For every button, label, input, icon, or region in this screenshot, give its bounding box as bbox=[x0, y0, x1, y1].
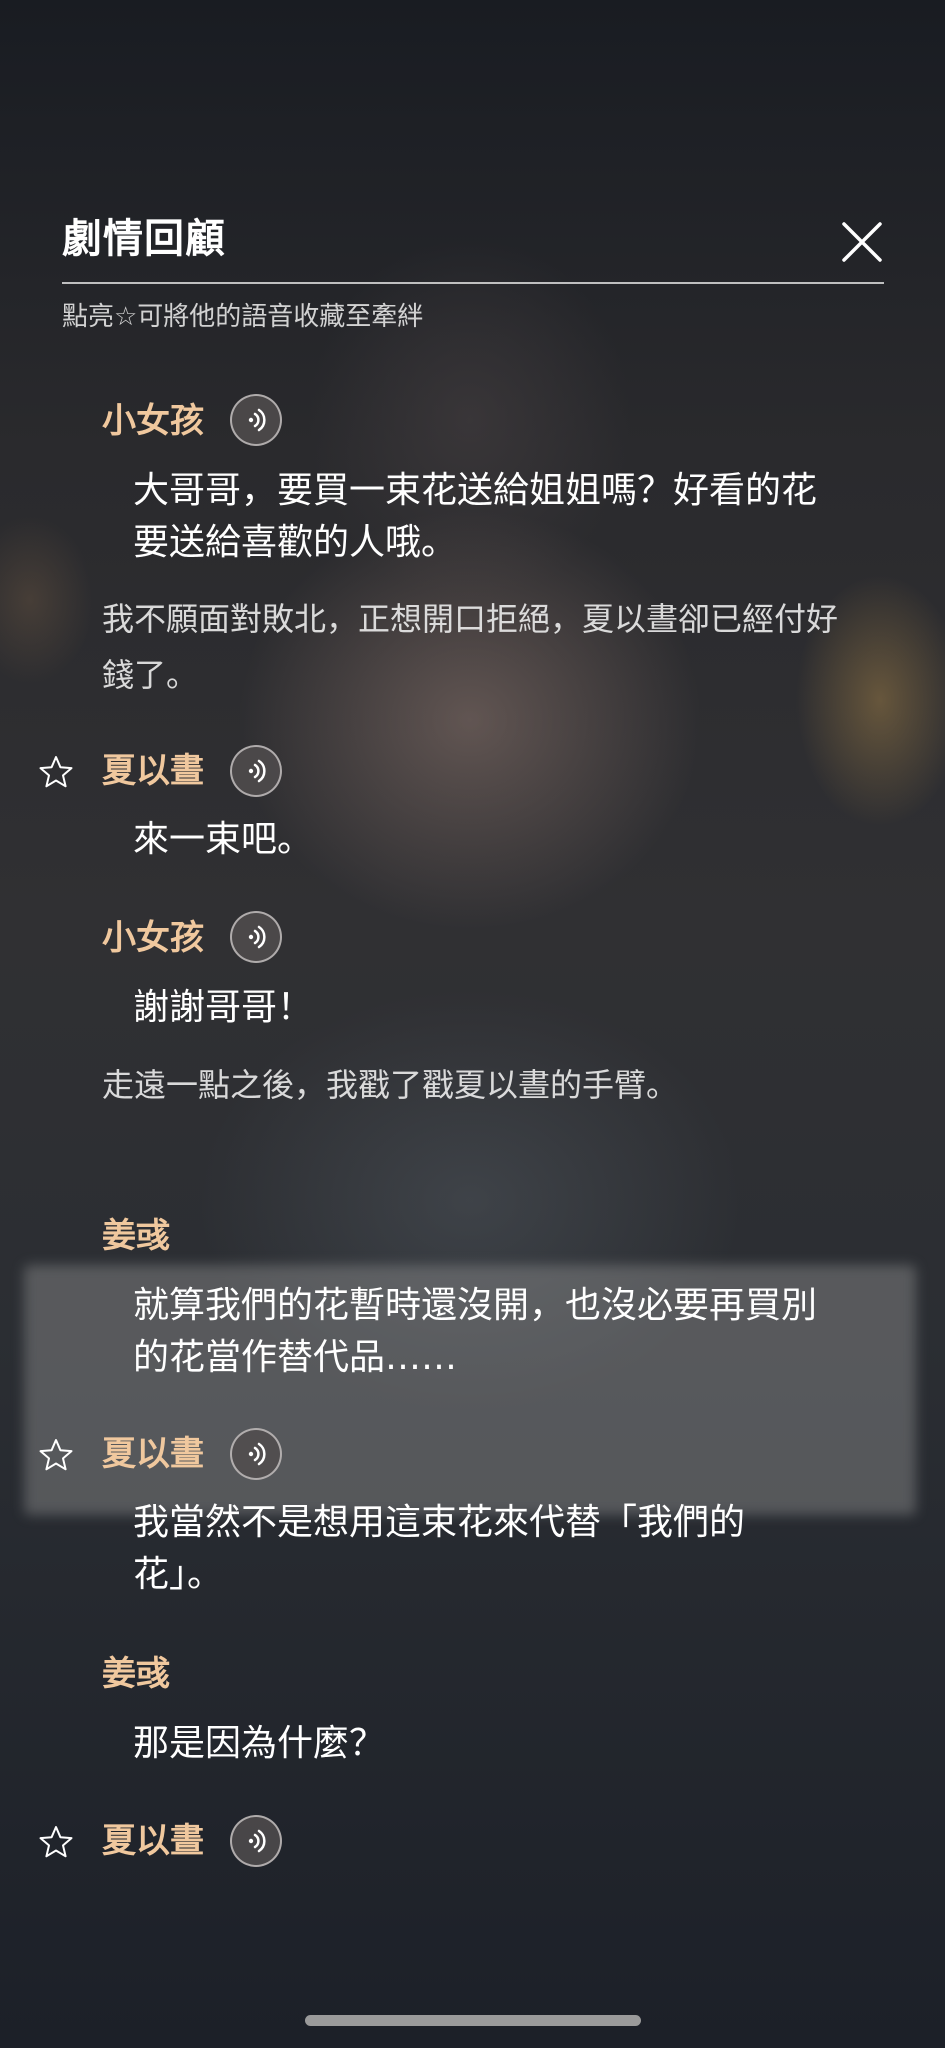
voice-play-button[interactable] bbox=[230, 745, 282, 797]
star-outline-icon bbox=[39, 756, 73, 788]
close-icon bbox=[842, 222, 882, 262]
dialogue-line: 那是因為什麼？ bbox=[133, 1723, 386, 1764]
voice-play-icon bbox=[248, 408, 266, 432]
favorite-star-button[interactable] bbox=[38, 1824, 74, 1860]
home-indicator[interactable] bbox=[305, 2015, 641, 2026]
speaker-name: 姜彧 bbox=[102, 1654, 170, 1694]
voice-play-icon bbox=[248, 759, 266, 783]
favorite-star-button[interactable] bbox=[38, 754, 74, 790]
dialogue-line: 來一束吧。 bbox=[133, 819, 314, 860]
dialogue-line: 就算我們的花暫時還沒開，也沒必要再買別的花當作替代品…… bbox=[133, 1285, 818, 1378]
narration-text: 我不願面對敗北，正想開口拒絕，夏以晝卻已經付好錢了。 bbox=[102, 600, 839, 694]
speaker-name: 小女孩 bbox=[102, 401, 204, 441]
speaker-name: 夏以晝 bbox=[102, 751, 204, 791]
voice-play-icon bbox=[248, 925, 266, 949]
close-button[interactable] bbox=[836, 216, 888, 268]
voice-play-button[interactable] bbox=[230, 911, 282, 963]
dialogue-line: 謝謝哥哥！ bbox=[133, 987, 314, 1028]
star-outline-icon bbox=[39, 1439, 73, 1471]
star-outline-icon bbox=[39, 1826, 73, 1858]
dialogue-line: 我當然不是想用這束花來代替「我們的花」。 bbox=[133, 1502, 746, 1595]
page-title: 劇情回顧 bbox=[62, 215, 226, 262]
voice-play-button[interactable] bbox=[230, 1815, 282, 1867]
voice-play-button[interactable] bbox=[230, 394, 282, 446]
voice-play-button[interactable] bbox=[230, 1428, 282, 1480]
header-divider bbox=[62, 282, 884, 284]
narration-text: 走遠一點之後，我戳了戳夏以晝的手臂。 bbox=[102, 1066, 679, 1104]
voice-play-icon bbox=[248, 1442, 266, 1466]
speaker-name: 夏以晝 bbox=[102, 1821, 204, 1861]
favorite-star-button[interactable] bbox=[38, 1437, 74, 1473]
page-subtitle: 點亮☆可將他的語音收藏至牽絆 bbox=[62, 302, 424, 332]
speaker-name: 姜彧 bbox=[102, 1216, 170, 1256]
speaker-name: 夏以晝 bbox=[102, 1434, 204, 1474]
dialogue-line: 大哥哥，要買一束花送給姐姐嗎？好看的花要送給喜歡的人哦。 bbox=[133, 470, 818, 563]
speaker-name: 小女孩 bbox=[102, 918, 204, 958]
voice-play-icon bbox=[248, 1829, 266, 1853]
